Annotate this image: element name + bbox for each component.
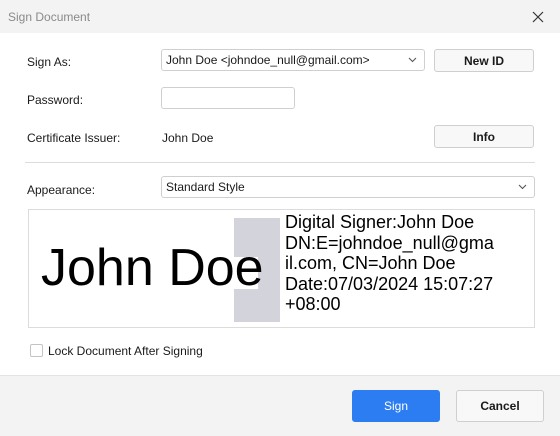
chevron-down-icon — [408, 57, 417, 63]
appearance-value: Standard Style — [166, 180, 245, 194]
signature-detail-line: il.com, CN=John Doe — [285, 253, 456, 273]
sign-as-label: Sign As: — [27, 55, 72, 69]
signature-name: John Doe — [41, 239, 264, 297]
signature-detail-line: Digital Signer:John Doe — [285, 212, 475, 232]
window-title: Sign Document — [8, 10, 91, 24]
certificate-issuer-label: Certificate Issuer: — [27, 131, 121, 145]
sign-button[interactable]: Sign — [352, 390, 440, 422]
password-field[interactable] — [161, 87, 295, 109]
appearance-select[interactable]: Standard Style — [161, 176, 535, 198]
close-icon — [532, 11, 544, 23]
sign-as-value: John Doe <johndoe_null@gmail.com> — [166, 53, 370, 67]
password-label: Password: — [27, 93, 84, 107]
lock-document-checkbox[interactable] — [30, 344, 43, 357]
title-bar: Sign Document — [0, 0, 560, 33]
signature-detail-line: DN:E=johndoe_null@gma — [285, 232, 494, 253]
signature-preview: John Doe Digital Signer:John Doe DN:E=jo… — [28, 209, 535, 328]
new-id-button[interactable]: New ID — [434, 49, 534, 72]
certificate-issuer-value: John Doe — [162, 131, 214, 145]
chevron-down-icon — [518, 184, 527, 190]
signature-details: Digital Signer:John Doe DN:E=johndoe_nul… — [285, 212, 494, 315]
sign-as-select[interactable]: John Doe <johndoe_null@gmail.com> — [161, 49, 425, 71]
close-button[interactable] — [528, 7, 548, 27]
lock-document-label[interactable]: Lock Document After Signing — [48, 344, 203, 358]
signature-detail-line: +08:00 — [285, 294, 341, 314]
section-divider — [25, 162, 535, 163]
signature-detail-line: Date:07/03/2024 15:07:27 — [285, 273, 494, 294]
appearance-label: Appearance: — [27, 183, 96, 197]
cancel-button[interactable]: Cancel — [456, 390, 544, 422]
info-button[interactable]: Info — [434, 125, 534, 148]
